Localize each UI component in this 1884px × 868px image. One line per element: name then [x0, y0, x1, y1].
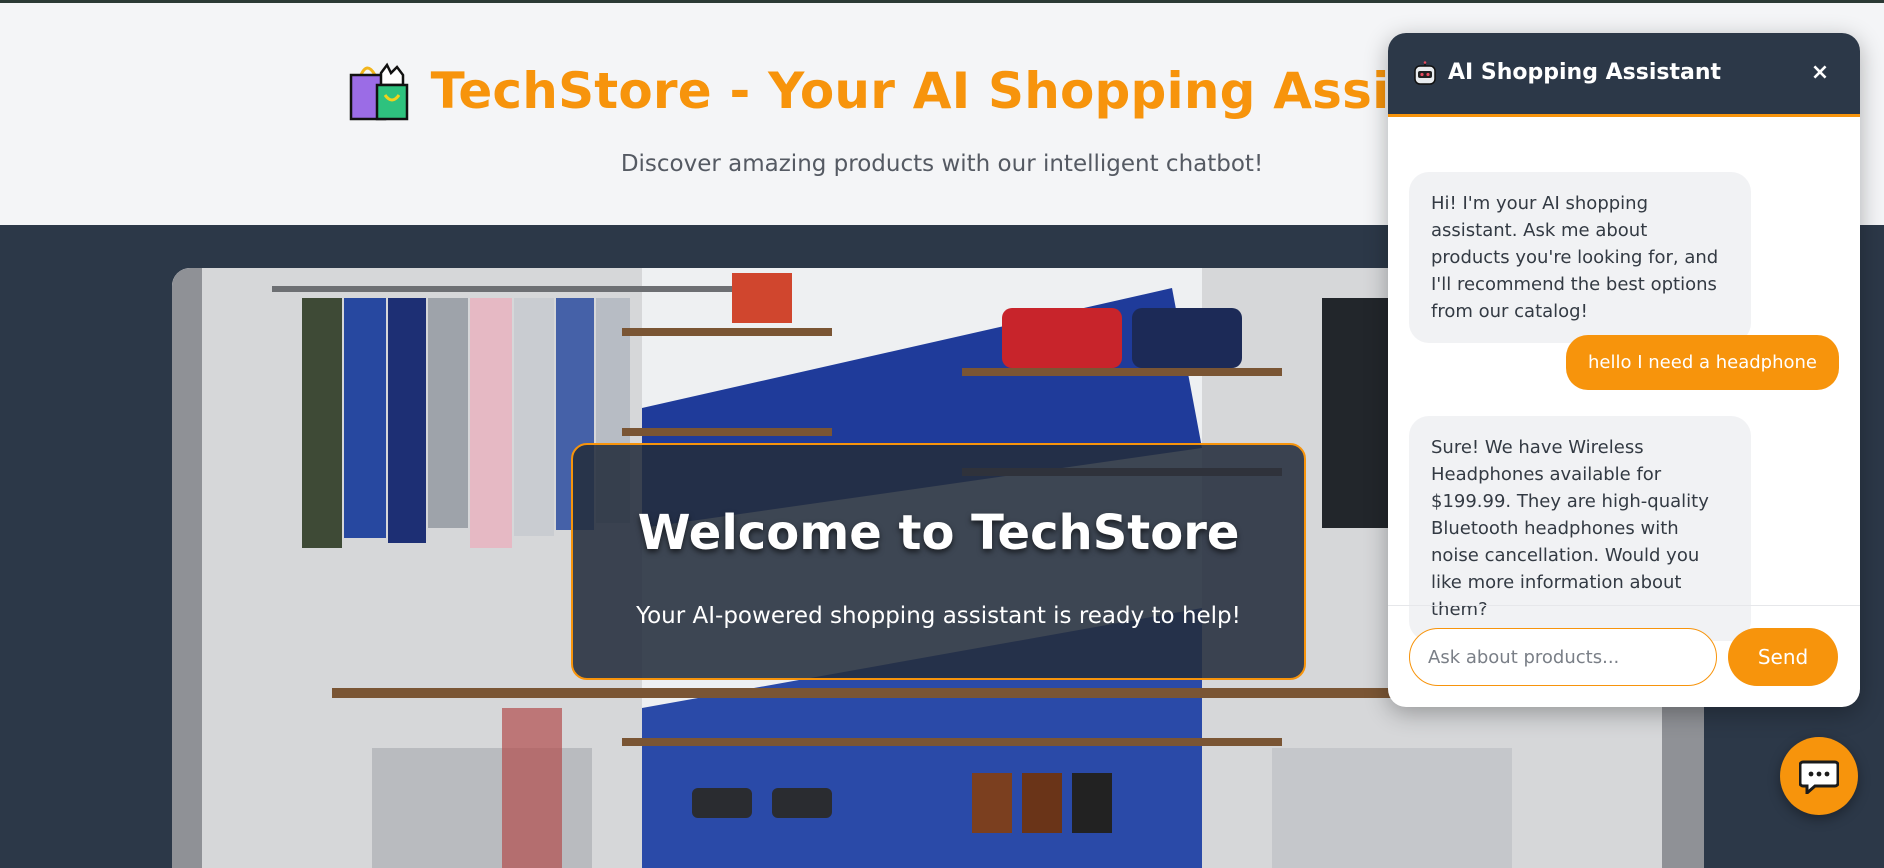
chat-input[interactable]: [1409, 628, 1717, 686]
user-message: hello I need a headphone: [1566, 335, 1839, 390]
chat-panel: AI Shopping Assistant × Hi! I'm your AI …: [1388, 33, 1860, 707]
close-chat-button[interactable]: ×: [1802, 55, 1838, 91]
send-button[interactable]: Send: [1728, 628, 1838, 686]
chat-composer: Send: [1388, 605, 1860, 707]
welcome-title: Welcome to TechStore: [637, 505, 1240, 561]
chat-title: AI Shopping Assistant: [1448, 60, 1721, 85]
chat-messages: Hi! I'm your AI shopping assistant. Ask …: [1388, 117, 1860, 641]
bot-message: Hi! I'm your AI shopping assistant. Ask …: [1409, 172, 1751, 343]
chat-bubble-icon: [1799, 760, 1839, 794]
shopping-bags-icon: [349, 62, 408, 121]
welcome-subtitle: Your AI-powered shopping assistant is re…: [636, 603, 1241, 629]
welcome-card: Welcome to TechStore Your AI-powered sho…: [571, 443, 1306, 680]
chat-header: AI Shopping Assistant ×: [1388, 33, 1860, 117]
chat-toggle-button[interactable]: [1780, 737, 1858, 815]
site-title: TechStore - Your AI Shopping Assistant: [430, 62, 1538, 120]
robot-icon: [1414, 61, 1436, 85]
